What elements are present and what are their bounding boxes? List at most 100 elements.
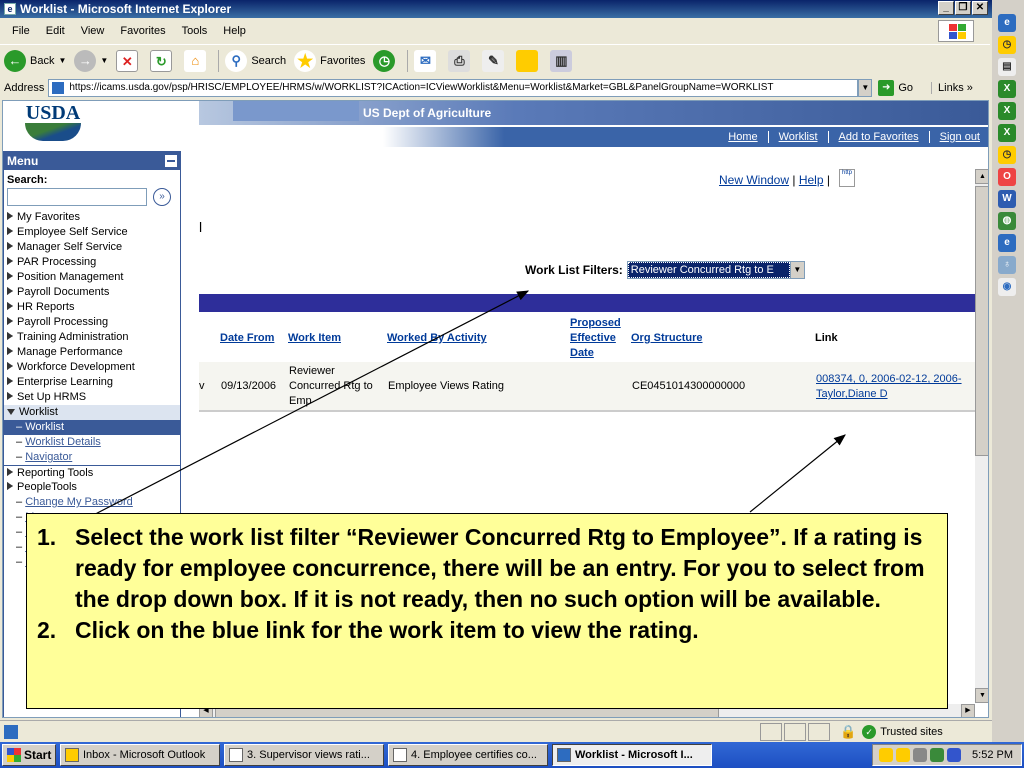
home-button[interactable]: ⌂ — [184, 49, 210, 72]
search-button[interactable]: ⚲ Search — [218, 49, 286, 72]
history-button[interactable]: ◷ — [373, 49, 399, 72]
menu-item[interactable]: Payroll Processing — [4, 315, 180, 330]
nav-home[interactable]: Home — [718, 131, 767, 143]
menu-file[interactable]: File — [4, 25, 38, 37]
submenu-navigator[interactable]: – Navigator — [4, 450, 180, 465]
back-button[interactable]: ← Back ▼ — [4, 49, 66, 72]
task-outlook[interactable]: Inbox - Microsoft Outlook — [60, 744, 220, 766]
vertical-scrollbar[interactable]: ▲ ▼ — [975, 169, 988, 703]
menu-help[interactable]: Help — [215, 25, 254, 37]
media-shortcut-icon[interactable]: ◉ — [998, 278, 1016, 296]
ie-icon: e — [4, 3, 16, 15]
globe-shortcut-icon[interactable]: ◍ — [998, 212, 1016, 230]
research-button[interactable]: ▥ — [550, 49, 576, 72]
nav-sign-out[interactable]: Sign out — [928, 131, 988, 143]
menu-item[interactable]: Workforce Development — [4, 360, 180, 375]
menu-item[interactable]: Payroll Documents — [4, 285, 180, 300]
menu-item[interactable]: HR Reports — [4, 300, 180, 315]
col-proposed[interactable]: Proposed — [570, 316, 621, 331]
http-help-icon[interactable]: http — [839, 169, 855, 187]
status-bar: 🔒 ✓ Trusted sites — [0, 720, 992, 742]
outlook-shortcut-icon[interactable]: O — [998, 168, 1016, 186]
menu-view[interactable]: View — [73, 25, 113, 37]
col-org-structure[interactable]: Org Structure — [631, 331, 703, 346]
clock-shortcut-icon[interactable]: ◷ — [998, 146, 1016, 164]
address-input[interactable]: https://icams.usda.gov/psp/HRISC/EMPLOYE… — [48, 79, 859, 97]
col-date[interactable]: Date — [570, 346, 594, 361]
restore-button[interactable]: ❐ — [955, 1, 971, 15]
menu-item[interactable]: Employee Self Service — [4, 225, 180, 240]
ie-shortcut-icon[interactable]: e — [998, 234, 1016, 252]
minimize-button[interactable]: _ — [938, 1, 954, 15]
links-button[interactable]: Links » — [931, 82, 973, 94]
nav-add-to-favorites[interactable]: Add to Favorites — [827, 131, 929, 143]
clock-shortcut-icon[interactable]: ◷ — [998, 36, 1016, 54]
submenu-worklist-details[interactable]: – Worklist Details — [4, 435, 180, 450]
collapse-icon[interactable] — [165, 155, 177, 167]
menu-search-input[interactable] — [7, 188, 147, 206]
document-shortcut-icon[interactable]: ▤ — [998, 58, 1016, 76]
menu-item[interactable]: Manage Performance — [4, 345, 180, 360]
security-tray-icon[interactable] — [930, 748, 945, 762]
nav-worklist[interactable]: Worklist — [767, 131, 828, 143]
menu-item[interactable]: PeopleTools — [4, 480, 180, 495]
col-link: Link — [815, 332, 838, 344]
work-item-name-link[interactable]: Taylor,Diane D — [816, 387, 888, 402]
scroll-down-icon[interactable]: ▼ — [975, 688, 988, 703]
work-item-link[interactable]: 008374, 0, 2006-02-12, 2006- — [816, 372, 962, 387]
clock-tray-icon[interactable] — [896, 748, 911, 762]
print-button[interactable]: ⎙ — [448, 49, 474, 72]
bulb-shortcut-icon[interactable]: ♁ — [998, 256, 1016, 274]
menu-item-worklist[interactable]: Worklist — [4, 405, 180, 420]
dropdown-icon: ▼ — [100, 56, 109, 65]
menu-item[interactable]: Enterprise Learning — [4, 375, 180, 390]
network-tray-icon[interactable] — [913, 748, 928, 762]
edit-button[interactable]: ✎ — [482, 49, 508, 72]
task-employee-doc[interactable]: 4. Employee certifies co... — [388, 744, 548, 766]
excel-shortcut-icon[interactable]: X — [998, 124, 1016, 142]
refresh-button[interactable]: ↻ — [150, 49, 176, 72]
stop-button[interactable]: ✕ — [116, 49, 142, 72]
toolbar: ← Back ▼ → ▼ ✕ ↻ ⌂ ⚲ Search ★ Favorites ◷ ✉ … — [0, 44, 990, 76]
col-worked-by[interactable]: Worked By Activity — [387, 331, 487, 346]
col-work-item[interactable]: Work Item — [288, 331, 341, 346]
menu-edit[interactable]: Edit — [38, 25, 73, 37]
menu-favorites[interactable]: Favorites — [112, 25, 173, 37]
address-dropdown[interactable]: ▼ — [858, 79, 873, 97]
favorites-button[interactable]: ★ Favorites — [294, 49, 365, 72]
close-button[interactable]: ✕ — [972, 1, 988, 15]
excel-shortcut-icon[interactable]: X — [998, 80, 1016, 98]
menu-item[interactable]: Manager Self Service — [4, 240, 180, 255]
search-go-button[interactable]: » — [153, 188, 171, 206]
menu-item[interactable]: Position Management — [4, 270, 180, 285]
submenu-worklist[interactable]: – Worklist — [4, 420, 180, 435]
discuss-button[interactable] — [516, 49, 542, 72]
col-date-from[interactable]: Date From — [220, 331, 274, 346]
link-change-password[interactable]: – Change My Password — [4, 495, 180, 510]
new-window-link[interactable]: New Window — [719, 173, 789, 187]
excel-shortcut-icon[interactable]: X — [998, 102, 1016, 120]
scroll-thumb[interactable] — [975, 186, 988, 456]
word-shortcut-icon[interactable]: W — [998, 190, 1016, 208]
start-button[interactable]: Start — [2, 744, 56, 766]
menu-item[interactable]: Reporting Tools — [4, 465, 180, 480]
go-button[interactable]: ➜ Go — [878, 80, 913, 96]
filter-select[interactable]: Reviewer Concurred Rtg to E ▼ — [626, 261, 805, 279]
task-supervisor-doc[interactable]: 3. Supervisor views rati... — [224, 744, 384, 766]
menu-item[interactable]: PAR Processing — [4, 255, 180, 270]
task-worklist[interactable]: Worklist - Microsoft I... — [552, 744, 712, 766]
scroll-right-icon[interactable]: ▶ — [961, 704, 975, 717]
menu-item[interactable]: Set Up HRMS — [4, 390, 180, 405]
security-zone: 🔒 ✓ Trusted sites — [840, 724, 943, 739]
menu-item[interactable]: My Favorites — [4, 210, 180, 225]
col-effective[interactable]: Effective — [570, 331, 616, 346]
mail-tray-icon[interactable] — [879, 748, 894, 762]
help-link[interactable]: Help — [799, 173, 824, 187]
forward-button[interactable]: → ▼ — [74, 49, 109, 72]
scroll-up-icon[interactable]: ▲ — [975, 169, 988, 184]
mail-button[interactable]: ✉ — [407, 49, 440, 72]
ie-shortcut-icon[interactable]: e — [998, 14, 1016, 32]
shield-tray-icon[interactable] — [947, 748, 962, 762]
menu-tools[interactable]: Tools — [174, 25, 216, 37]
menu-item[interactable]: Training Administration — [4, 330, 180, 345]
